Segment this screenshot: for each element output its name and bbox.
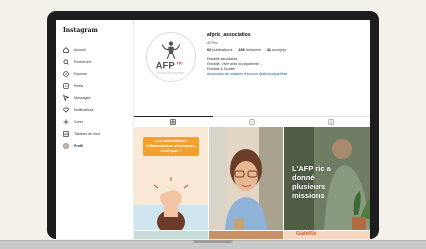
posts-count: 62 publications (207, 48, 233, 52)
sidebar: Instagram Accueil Recherche Explorer Ree… (56, 20, 134, 239)
instagram-logo[interactable]: Instagram (63, 27, 133, 34)
grid-icon (170, 118, 177, 125)
messenger-icon (63, 94, 69, 101)
post-caption: Galette (296, 231, 317, 237)
sidebar-item-label: Créer (74, 119, 83, 124)
posts-grid: Les rhumatismes inflammatoires chronique… (134, 127, 370, 239)
laptop-notch (193, 240, 233, 243)
post-thumbnail[interactable]: L'AFP ric a donné plusieurs missions (284, 127, 370, 230)
sidebar-item-creer[interactable]: Créer (63, 116, 133, 128)
plus-icon (63, 119, 69, 125)
sidebar-item-label: Reels (74, 83, 84, 88)
sidebar-item-tableau-de-bord[interactable]: Tableau de bord (63, 128, 133, 140)
photo-woman-glasses (209, 127, 283, 230)
sidebar-item-profil[interactable]: Profil (63, 140, 133, 152)
post-thumbnail[interactable] (134, 231, 208, 239)
tab-reels[interactable] (213, 117, 292, 126)
sidebar-item-label: Recherche (74, 59, 92, 64)
post-thumbnail[interactable]: Galette (284, 231, 370, 239)
profile-bio: Entraide associative Entraide, Vivre ave… (207, 57, 362, 77)
reels-icon (249, 118, 255, 125)
sidebar-item-label: Messages (74, 95, 91, 100)
post-thumbnail[interactable] (209, 127, 283, 230)
post-caption: L'AFP ric a donné plusieurs missions (292, 164, 331, 200)
afpric-logo: AFP ric association française des polyar… (156, 41, 185, 74)
home-icon (63, 46, 69, 53)
sidebar-item-label: Profil (74, 143, 84, 148)
sidebar-item-label: Accueil (74, 47, 86, 52)
search-icon (63, 59, 69, 65)
post-thumbnail[interactable]: Les rhumatismes inflammatoires chronique… (134, 127, 208, 230)
tagged-icon (327, 118, 334, 125)
sidebar-item-label: Notifications (74, 107, 94, 112)
compass-icon (63, 71, 69, 77)
tab-tagged[interactable] (291, 117, 370, 126)
heart-icon (63, 107, 69, 113)
svg-text:AFP: AFP (156, 61, 176, 72)
following-count[interactable]: 41 suivi(e)s (267, 48, 286, 52)
bio-link[interactable]: Association de malades reconnue @afpricp… (207, 72, 362, 77)
profile-header: AFP ric association française des polyar… (134, 20, 370, 105)
profile-fullname: AFPric (207, 41, 218, 45)
followers-count[interactable]: 166 followers (238, 48, 260, 52)
reels-icon (63, 83, 69, 89)
dashboard-icon (63, 131, 69, 137)
tab-posts[interactable] (134, 116, 213, 126)
svg-text:ric: ric (177, 61, 183, 67)
profile-tabs (134, 116, 370, 126)
laptop-frame: Instagram Accueil Recherche Explorer Ree… (47, 11, 379, 239)
profile-username: afpric_associatios (207, 32, 251, 38)
svg-text:association française des poly: association française des polyarthritiqu… (157, 71, 185, 74)
avatar-icon (63, 142, 69, 149)
sidebar-item-label: Explorer (74, 71, 88, 76)
sidebar-item-recherche[interactable]: Recherche (63, 56, 133, 68)
post-caption: Les rhumatismes inflammatoires chronique… (143, 137, 199, 156)
instagram-screen: Instagram Accueil Recherche Explorer Ree… (56, 20, 370, 239)
sidebar-item-explorer[interactable]: Explorer (63, 68, 133, 80)
profile-stats: 62 publications 166 followers 41 suivi(e… (207, 48, 286, 52)
sidebar-item-notifications[interactable]: Notifications (63, 104, 133, 116)
sidebar-item-messages[interactable]: Messages (63, 92, 133, 104)
sidebar-item-reels[interactable]: Reels (63, 80, 133, 92)
profile-picture[interactable]: AFP ric association française des polyar… (146, 32, 196, 82)
sidebar-item-label: Tableau de bord (74, 131, 100, 136)
sidebar-item-accueil[interactable]: Accueil (63, 44, 133, 56)
post-thumbnail[interactable] (209, 231, 283, 239)
